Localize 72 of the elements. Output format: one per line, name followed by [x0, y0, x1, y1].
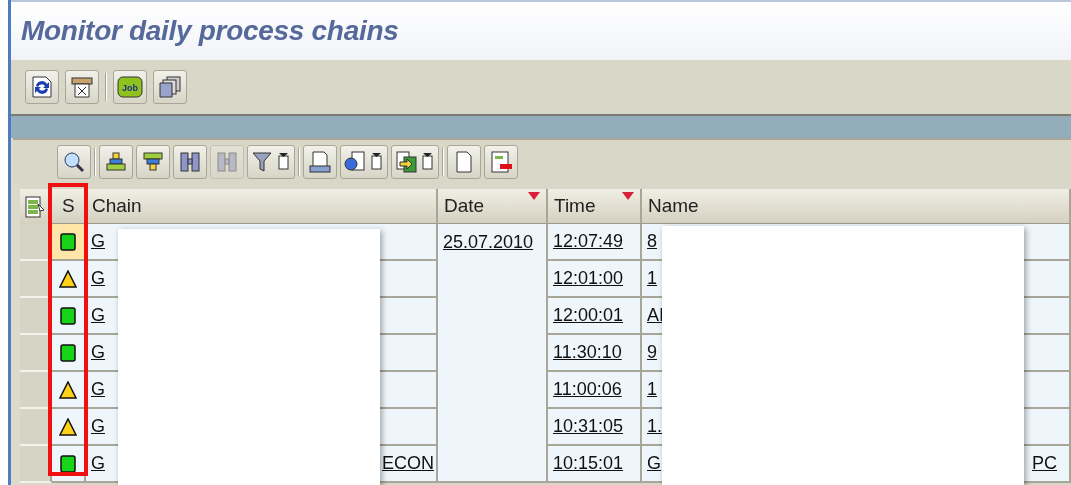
name-link[interactable]: 8 [647, 231, 657, 252]
sort-ascending-icon [104, 149, 128, 174]
document-button[interactable] [447, 144, 481, 179]
success-square-icon [60, 232, 76, 251]
name-link[interactable]: 1 [647, 268, 657, 289]
success-square-icon [60, 306, 76, 325]
sort-descending-icon [141, 149, 165, 174]
status-cell[interactable] [52, 335, 86, 372]
copy-icon [158, 75, 182, 99]
layout-icon [489, 149, 513, 174]
column-header[interactable]: Time [548, 189, 642, 224]
print-button[interactable] [65, 70, 99, 104]
refresh-button[interactable] [25, 70, 59, 104]
printer-button[interactable] [303, 144, 337, 179]
column-header[interactable]: S [52, 189, 86, 224]
time-link[interactable]: 12:07:49 [553, 231, 624, 252]
status-cell[interactable] [52, 224, 86, 261]
sort-up-button[interactable] [99, 144, 133, 179]
details-button[interactable] [57, 144, 91, 179]
time-link[interactable]: 10:15:01 [553, 453, 624, 474]
column-list-icon [25, 195, 45, 218]
success-square-icon [60, 343, 76, 362]
name-link[interactable]: G [647, 453, 661, 474]
column-header[interactable]: Date [438, 189, 548, 224]
magnifier-icon [62, 149, 86, 174]
time-link[interactable]: 11:00:06 [553, 379, 622, 400]
printer-icon [70, 75, 94, 99]
export-button[interactable] [391, 144, 439, 179]
time-link[interactable]: 12:00:01 [553, 305, 624, 326]
chain-link[interactable]: G [91, 231, 105, 252]
chain-link[interactable]: ECON [382, 453, 434, 474]
chain-link[interactable]: G [91, 305, 105, 326]
time-link[interactable]: 10:31:05 [553, 416, 624, 437]
views-icon [344, 149, 384, 174]
binoculars-icon [215, 149, 239, 174]
success-square-icon [60, 454, 76, 473]
sort-down-button[interactable] [136, 144, 170, 179]
filter-button[interactable] [247, 144, 295, 179]
sort-marker-icon [622, 192, 634, 200]
sort-marker-icon [528, 192, 540, 200]
filter-icon [251, 149, 291, 174]
refresh-icon [30, 75, 54, 99]
chain-link[interactable]: G [91, 416, 105, 437]
column-header[interactable]: Name [642, 189, 1071, 224]
status-cell[interactable] [52, 372, 86, 409]
status-cell[interactable] [52, 261, 86, 298]
status-cell[interactable] [52, 409, 86, 446]
window-title: Monitor daily process chains [21, 15, 399, 47]
warning-triangle-icon [59, 380, 77, 399]
chain-link[interactable]: G [91, 379, 105, 400]
views-button[interactable] [340, 144, 388, 179]
name-link[interactable]: AI [647, 305, 664, 326]
name-link[interactable]: 1 [647, 379, 657, 400]
name-link[interactable]: 9 [647, 342, 657, 363]
layout-button[interactable] [484, 144, 518, 179]
binoculars-icon [178, 149, 202, 174]
printer-icon [308, 149, 332, 174]
copy-button[interactable] [153, 70, 187, 104]
find-button[interactable] [173, 144, 207, 179]
name-link[interactable]: 1. [647, 416, 662, 437]
status-cell[interactable] [52, 298, 86, 335]
chain-link[interactable]: G [91, 453, 105, 474]
chain-link[interactable]: G [91, 342, 105, 363]
date-link[interactable]: 25.07.2010 [443, 232, 534, 253]
name-link[interactable]: PC [1032, 453, 1057, 474]
warning-triangle-icon [59, 269, 77, 288]
warning-triangle-icon [59, 417, 77, 436]
time-link[interactable]: 11:30:10 [553, 342, 622, 363]
time-link[interactable]: 12:01:00 [553, 268, 624, 289]
export-icon [395, 149, 435, 174]
column-header[interactable]: Chain [86, 189, 438, 224]
chain-link[interactable]: G [91, 268, 105, 289]
